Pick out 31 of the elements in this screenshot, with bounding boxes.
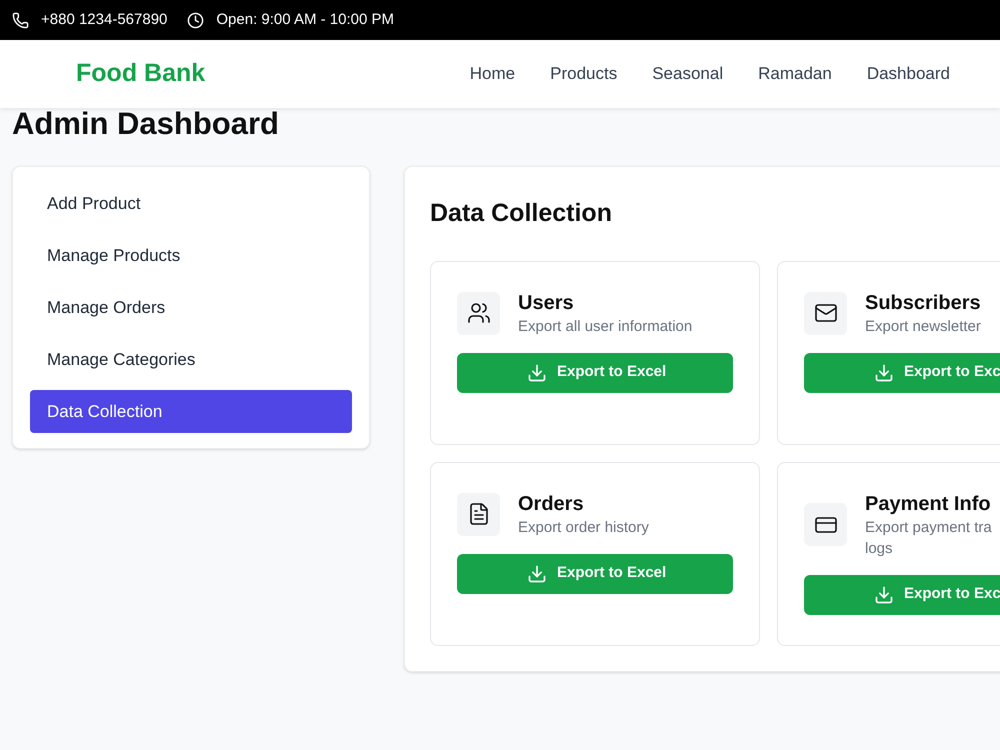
- card-title: Payment Info: [865, 492, 992, 516]
- phone-icon: [12, 12, 29, 28]
- nav-link[interactable]: Dashboard: [866, 61, 950, 87]
- download-icon: [527, 362, 547, 382]
- nav-link[interactable]: Seasonal: [652, 61, 724, 87]
- card-description: Export order history: [518, 518, 649, 538]
- card-title: Orders: [518, 492, 585, 516]
- card-description: Export payment tra: [865, 518, 992, 538]
- card-title: Subscribers: [865, 290, 981, 316]
- opening-hours: Open: 9:00 AM - 10:00 PM: [216, 10, 394, 30]
- sidebar-item[interactable]: Manage Categories: [30, 338, 352, 381]
- sidebar-item[interactable]: Manage Orders: [30, 286, 352, 329]
- panel-title: Data Collection: [430, 198, 612, 229]
- card-description: Export all user information: [518, 316, 692, 336]
- phone-number: +880 1234-567890: [41, 10, 168, 30]
- download-icon: [527, 564, 547, 584]
- card-description: logs: [865, 538, 894, 558]
- nav-link[interactable]: Products: [550, 61, 618, 87]
- nav-link[interactable]: Home: [470, 61, 516, 87]
- nav-link[interactable]: Ramadan: [758, 61, 832, 87]
- mail-icon: [814, 301, 838, 325]
- download-icon: [874, 362, 894, 382]
- card-description: Export newsletter: [865, 316, 981, 336]
- sidebar-item[interactable]: Manage Products: [30, 234, 352, 277]
- clock-icon: [187, 12, 204, 28]
- card-title: Users: [518, 290, 575, 316]
- sidebar-item[interactable]: Add Product: [30, 182, 352, 225]
- sidebar-item[interactable]: Data Collection: [30, 390, 352, 433]
- page-title: Admin Dashboard: [12, 106, 279, 142]
- users-icon: [466, 301, 490, 325]
- download-icon: [874, 584, 894, 604]
